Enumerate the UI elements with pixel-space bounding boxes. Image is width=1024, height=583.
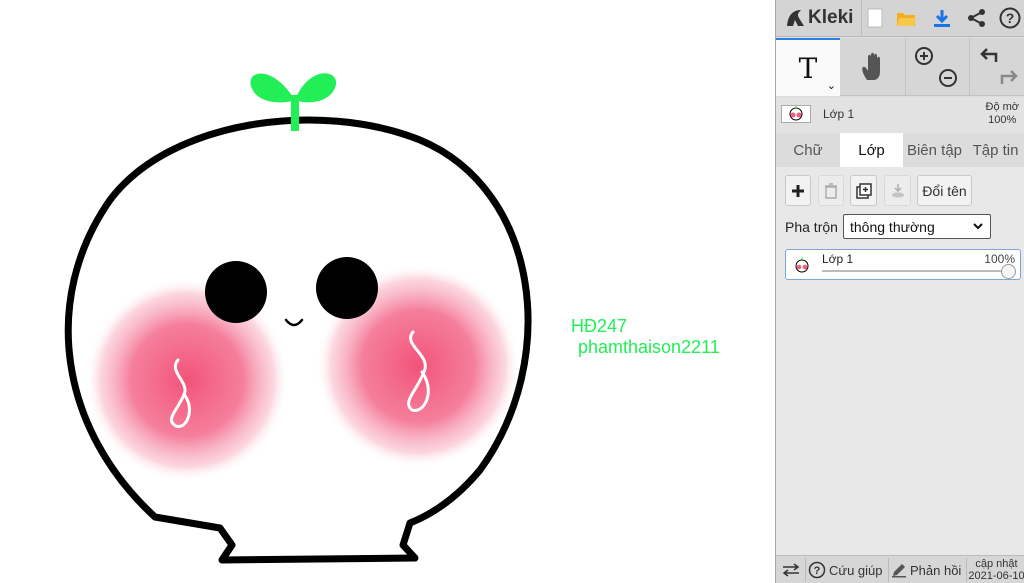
duplicate-icon — [855, 182, 872, 199]
text-tool-glyph: T — [798, 51, 818, 85]
share-icon — [968, 9, 985, 27]
opacity-value: 100% — [988, 114, 1017, 126]
text-tool-button[interactable]: T ⌄ — [776, 38, 840, 96]
tab-text[interactable]: Chữ — [776, 133, 840, 167]
layers-panel: Đổi tên Pha trộn thông thường Lớp 1 100% — [776, 167, 1024, 555]
trash-icon — [825, 182, 837, 199]
app-name: Kleki — [808, 7, 854, 28]
blend-mode-value: thông thường — [850, 218, 935, 235]
tab-layers[interactable]: Lớp — [840, 133, 903, 167]
canvas-text-line-1: HĐ247 — [571, 316, 628, 336]
open-folder-icon — [897, 13, 916, 26]
sidebar: Kleki ? T ⌄ Lớp 1 Độ mờ 100% Chữ Lớp Biê… — [775, 0, 1024, 583]
update-label: cập nhật — [975, 558, 1018, 570]
hand-icon — [861, 52, 880, 80]
layer-item-thumbnail — [795, 257, 809, 273]
tool-row: T ⌄ — [776, 38, 1024, 96]
layer-list-item[interactable]: Lớp 1 100% — [785, 249, 1021, 280]
panel-tabs: Chữ Lớp Biên tập Tập tin — [776, 133, 1024, 167]
chevron-down-icon — [973, 223, 983, 230]
divider — [966, 558, 967, 582]
opacity-readout: Độ mờ 100% — [986, 101, 1020, 127]
chevron-down-icon[interactable]: ⌄ — [827, 79, 836, 92]
tab-file[interactable]: Tập tin — [966, 133, 1024, 167]
help-link[interactable]: ? Cứu giúp — [808, 556, 888, 583]
sprout-right-leaf — [295, 73, 337, 103]
feedback-link[interactable]: Phản hồi — [891, 556, 966, 583]
sprout-left-leaf — [250, 73, 295, 103]
undo-icon[interactable] — [978, 46, 998, 64]
left-eye — [205, 261, 267, 323]
canvas-text-line-2: phamthaison2211 — [578, 337, 720, 357]
kleki-logo-icon — [787, 10, 804, 26]
feedback-label: Phản hồi — [910, 562, 962, 578]
swap-ui-side-button[interactable] — [780, 556, 802, 583]
redo-icon[interactable] — [1000, 68, 1020, 86]
hand-tool-button[interactable] — [840, 38, 906, 96]
download-icon — [934, 10, 950, 27]
layer-opacity-slider-track[interactable] — [822, 270, 1008, 272]
update-date: 2021-06-10 — [968, 570, 1024, 582]
new-file-icon — [867, 8, 883, 28]
plus-icon — [792, 184, 804, 197]
download-button[interactable] — [929, 5, 955, 31]
share-button[interactable] — [964, 5, 990, 31]
swap-arrows-icon — [782, 563, 800, 577]
help-button[interactable]: ? — [997, 5, 1023, 31]
kleki-app: HĐ247 phamthaison2211 Kleki ? T ⌄ Lớp 1 … — [0, 0, 1024, 583]
layer-opacity-slider-handle[interactable] — [1001, 264, 1016, 279]
layer-thumbnail — [781, 105, 811, 123]
rename-layer-button[interactable]: Đổi tên — [917, 175, 972, 206]
canvas-drawing — [64, 73, 532, 564]
zoom-out-icon[interactable] — [938, 68, 958, 88]
pencil-icon — [892, 564, 906, 578]
opacity-label: Độ mờ — [985, 101, 1020, 113]
help-icon: ? — [999, 7, 1021, 29]
blend-mode-label: Pha trộn — [785, 219, 838, 235]
drawing-canvas[interactable]: HĐ247 phamthaison2211 — [0, 0, 775, 583]
top-toolbar: Kleki ? — [776, 0, 1024, 37]
svg-text:?: ? — [1006, 10, 1015, 26]
history-controls — [970, 38, 1024, 96]
merge-down-icon — [891, 183, 904, 197]
right-eye — [316, 257, 378, 319]
help-label: Cứu giúp — [829, 562, 883, 578]
layer-name: Lớp 1 — [823, 107, 855, 121]
help-icon: ? — [808, 561, 826, 579]
blend-mode-select[interactable]: thông thường — [843, 214, 991, 239]
svg-text:?: ? — [814, 565, 821, 577]
new-file-button[interactable] — [862, 5, 888, 31]
changelog-link[interactable]: cập nhật 2021-06-10 — [968, 556, 1024, 583]
zoom-controls — [906, 38, 970, 96]
duplicate-layer-button[interactable] — [850, 175, 877, 206]
layer-item-name: Lớp 1 — [822, 252, 854, 266]
delete-layer-button[interactable] — [818, 175, 844, 206]
zoom-in-icon[interactable] — [914, 46, 934, 66]
open-file-button[interactable] — [893, 5, 919, 31]
tab-edit[interactable]: Biên tập — [903, 133, 966, 167]
divider — [888, 558, 889, 582]
bottom-bar: ? Cứu giúp Phản hồi cập nhật 2021-06-10 — [776, 555, 1024, 583]
kleki-logo[interactable]: Kleki — [784, 5, 853, 31]
add-layer-button[interactable] — [785, 175, 811, 206]
current-layer-info: Lớp 1 Độ mờ 100% — [776, 97, 1024, 133]
merge-layer-button[interactable] — [884, 175, 911, 206]
divider — [805, 558, 806, 582]
